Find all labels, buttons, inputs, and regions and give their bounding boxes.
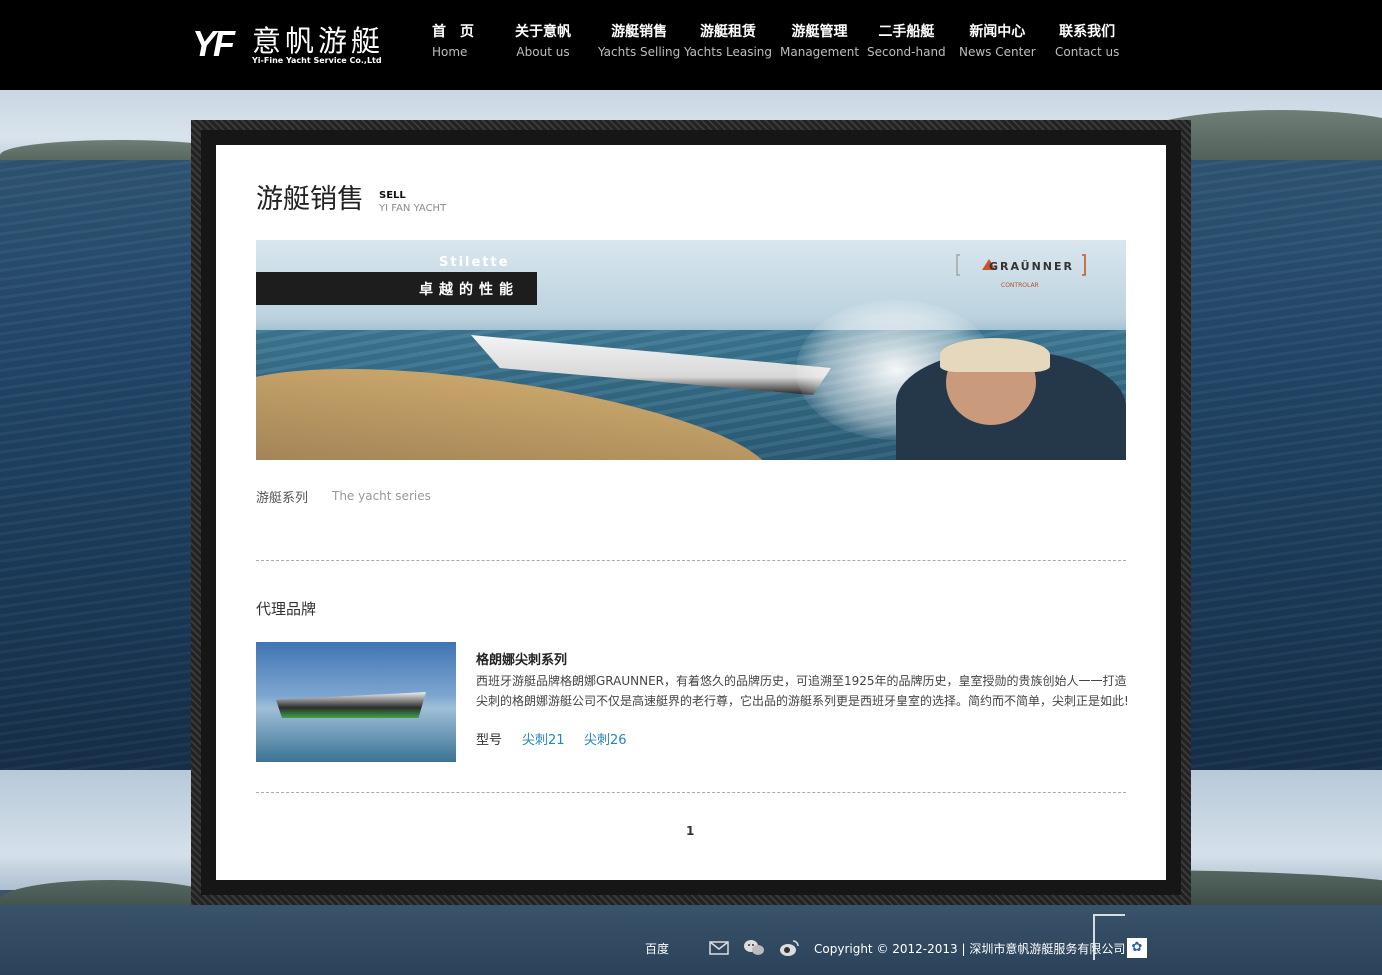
nav-item-label-cn: 游艇租赁 (700, 24, 757, 40)
nav-item-label-en: Management (780, 45, 860, 59)
product-thumbnail[interactable] (256, 642, 456, 762)
main-nav: 首 页 Home 关于意帆 About us 游艇销售 Yachts Selli… (0, 22, 1382, 72)
model-label: 型号 (476, 733, 503, 748)
nav-item-news-center[interactable]: 新闻中心 News Center (959, 22, 1036, 62)
page-title: 游艇销售 (256, 184, 364, 215)
banner-person-cap (940, 338, 1050, 372)
model-link-21[interactable]: 尖刺21 (522, 729, 565, 748)
page-title-en: YI FAN YACHT (379, 203, 447, 214)
nav-item-label-cn: 游艇销售 (611, 24, 668, 40)
dashed-divider (256, 560, 1126, 561)
nav-item-label-cn: 新闻中心 (969, 24, 1026, 40)
baidu-paw-icon[interactable]: ✿ (1127, 938, 1147, 958)
dashed-divider (256, 792, 1126, 793)
wechat-icon[interactable] (743, 938, 765, 958)
nav-item-contact[interactable]: 联系我们 Contact us (1055, 22, 1119, 62)
nav-item-label-en: News Center (959, 45, 1036, 59)
nav-item-label-cn: 游艇管理 (791, 24, 848, 40)
banner-tag: 卓越的性能 (256, 272, 537, 305)
nav-item-label-en: Contact us (1055, 45, 1120, 59)
content-panel: 游艇销售 SELL YI FAN YACHT GRAÜNNER CONTROLA… (216, 145, 1166, 880)
weibo-icon[interactable] (778, 938, 800, 958)
product-description: 西班牙游艇品牌格朗娜GRAUNNER，有着悠久的品牌历史，可追溯至1925年的品… (476, 674, 1129, 708)
nav-item-second-hand[interactable]: 二手船艇 Second-hand (867, 22, 946, 62)
brand-section-title: 代理品牌 (256, 600, 317, 618)
banner-brand-sub: CONTROLAR (1001, 282, 1039, 289)
nav-item-label-en: Home (432, 45, 468, 59)
series-label-cn[interactable]: 游艇系列 (256, 487, 308, 506)
banner-tag-text: 卓越的性能 (419, 282, 519, 298)
banner-brand-name: GRAÜNNER (989, 260, 1075, 273)
page-title-sell: SELL (379, 190, 406, 201)
thumbnail-boat (276, 692, 426, 718)
background-sea-lower (0, 905, 1382, 975)
nav-item-yachts-selling[interactable]: 游艇销售 Yachts Selling (598, 22, 680, 62)
nav-item-label-en: Second-hand (867, 45, 946, 59)
nav-item-label-cn: 首 页 (432, 24, 474, 40)
footer-baidu-link[interactable]: 百度 (645, 940, 669, 957)
hero-banner: GRAÜNNER CONTROLAR Stilette 卓越的性能 (256, 240, 1126, 460)
nav-item-label-cn: 二手船艇 (878, 24, 935, 40)
nav-item-label-en: About us (516, 45, 570, 59)
nav-item-home[interactable]: 首 页 Home (432, 22, 474, 62)
product-title[interactable]: 格朗娜尖刺系列 (476, 649, 567, 668)
site-header: YF 意帆游艇 Yi-Fine Yacht Service Co.,Ltd 首 … (0, 0, 1382, 90)
banner-tag-top: Stilette (439, 255, 510, 270)
nav-item-label-cn: 联系我们 (1059, 24, 1116, 40)
model-link-26[interactable]: 尖刺26 (584, 729, 627, 748)
nav-item-label-en: Yachts Selling (598, 45, 681, 59)
nav-item-yachts-leasing[interactable]: 游艇租赁 Yachts Leasing (684, 22, 772, 62)
pagination-current-page[interactable]: 1 (686, 824, 694, 838)
nav-item-about[interactable]: 关于意帆 About us (515, 22, 571, 62)
nav-item-label-en: Yachts Leasing (684, 45, 773, 59)
nav-item-label-cn: 关于意帆 (515, 24, 571, 40)
nav-item-management[interactable]: 游艇管理 Management (780, 22, 859, 62)
series-label-en: The yacht series (332, 489, 431, 503)
footer-copyright: Copyright © 2012-2013 | 深圳市意帆游艇服务有限公司 (814, 942, 1126, 956)
mail-icon[interactable] (708, 938, 730, 958)
